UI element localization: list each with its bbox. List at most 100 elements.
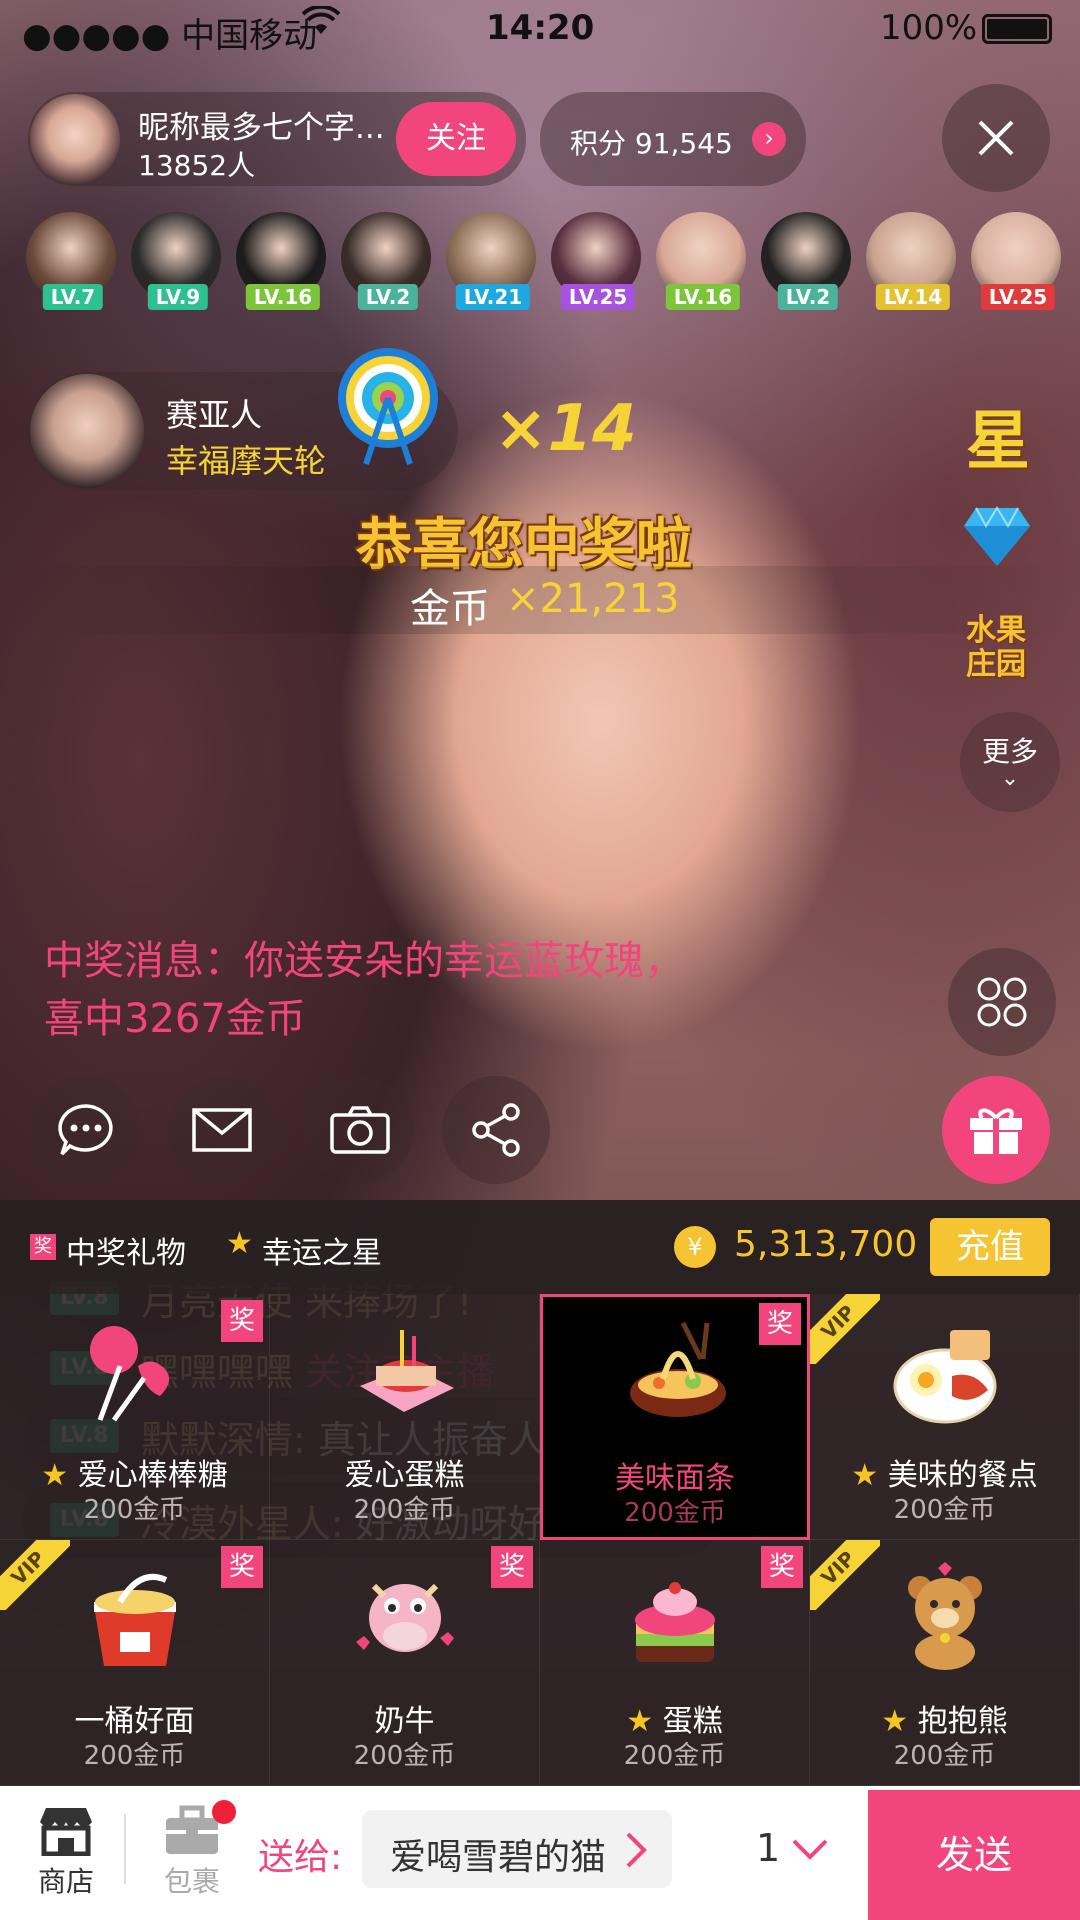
vip-label: VIP (810, 1540, 880, 1610)
tab-prize-gifts[interactable]: 中奖礼物 (66, 1228, 186, 1272)
recharge-button[interactable]: 充值 (930, 1218, 1050, 1276)
gift-sender-name: 赛亚人 (166, 396, 263, 434)
diamond-icon[interactable] (962, 506, 1032, 568)
wifi-icon (301, 4, 341, 44)
star-icon: ★ (626, 1704, 654, 1739)
gift-image (350, 1562, 460, 1672)
coin-icon: ¥ (674, 1226, 716, 1268)
viewer-avatar[interactable]: LV.16 (236, 212, 330, 310)
close-icon (978, 120, 1014, 156)
notification-dot (212, 1800, 236, 1824)
viewer-level-badge: LV.25 (980, 284, 1056, 310)
gift-price: 200金币 (893, 1741, 996, 1771)
vip-ribbon: VIP (810, 1540, 880, 1610)
bag-button[interactable]: 包裹 (152, 1800, 236, 1900)
close-button[interactable] (942, 84, 1050, 192)
follow-button[interactable]: 关注 (396, 102, 516, 176)
shop-icon (40, 1808, 92, 1857)
gift-item[interactable]: 奖美味面条 200金币 (540, 1294, 810, 1540)
viewer-avatar[interactable]: LV.16 (656, 212, 750, 310)
gift-price: 200金币 (353, 1741, 456, 1771)
prize-badge-icon: 奖 (30, 1234, 56, 1260)
fruit-farm-label-2: 庄园 (966, 647, 1026, 682)
chevron-right-icon (626, 1832, 647, 1868)
gift-item[interactable]: VIP ★ 抱抱熊 200金币 (810, 1540, 1080, 1786)
vip-label: VIP (0, 1540, 70, 1610)
gift-name-row: 奶牛 (270, 1696, 539, 1740)
chat-button[interactable] (32, 1076, 140, 1184)
bag-label: 包裹 (163, 1865, 220, 1898)
vip-label: VIP (810, 1294, 880, 1364)
points-card[interactable]: 积分 91,545 › (540, 92, 806, 186)
recipient-name: 爱喝雪碧的猫 (390, 1837, 607, 1878)
gift-item[interactable]: 奖 VIP 一桶好面 200金币 (0, 1540, 270, 1786)
viewer-level-badge: LV.7 (42, 284, 104, 310)
gift-item[interactable]: 爱心蛋糕 200金币 (270, 1294, 540, 1540)
gift-name: 抱抱熊 (917, 1704, 1008, 1739)
gift-item[interactable]: 奖 ★ 蛋糕 200金币 (540, 1540, 810, 1786)
viewer-level-badge: LV.2 (777, 284, 839, 310)
share-button[interactable] (442, 1076, 550, 1184)
gift-item[interactable]: 奖奶牛 200金币 (270, 1540, 540, 1786)
recipient-selector[interactable]: 爱喝雪碧的猫 (362, 1810, 672, 1888)
clock: 14:20 (486, 8, 595, 48)
send-to-label: 送给: (258, 1837, 343, 1878)
viewer-avatar[interactable]: LV.25 (971, 212, 1065, 310)
bottom-bar: 商店 包裹 送给: 爱喝雪碧的猫 1 发送 (0, 1786, 1080, 1920)
star-icon: ★ (851, 1458, 879, 1493)
gift-name-row: ★ 蛋糕 (540, 1696, 809, 1740)
battery-icon (982, 14, 1052, 44)
more-button[interactable]: 更多 ⌄ (960, 712, 1060, 812)
sender-avatar[interactable] (30, 374, 144, 488)
points-label: 积分 91,545 (570, 127, 733, 160)
viewer-avatar[interactable]: LV.7 (26, 212, 120, 310)
gift-box-icon (970, 1108, 1022, 1154)
gift-button[interactable] (942, 1076, 1050, 1184)
gift-image (80, 1316, 190, 1426)
fruit-farm-button[interactable]: 水果 庄园 (956, 614, 1036, 682)
star-icon: ★ (41, 1458, 69, 1493)
star-activity-icon[interactable]: 星 (966, 390, 1030, 482)
quantity-value[interactable]: 1 (756, 1826, 780, 1870)
vip-ribbon: VIP (810, 1294, 880, 1364)
gift-image (890, 1316, 1000, 1426)
viewer-avatar[interactable]: LV.25 (551, 212, 645, 310)
prize-badge: 奖 (761, 1546, 803, 1588)
prize-banner: 金币 ×21,213 (0, 566, 1080, 634)
gift-price: 200金币 (83, 1495, 186, 1525)
prize-coin-label: 金币 (410, 586, 490, 632)
message-button[interactable] (168, 1076, 276, 1184)
prize-badge: 奖 (759, 1303, 801, 1345)
send-button[interactable]: 发送 (868, 1790, 1080, 1920)
gift-item[interactable]: 奖 ★ 爱心棒棒糖 200金币 (0, 1294, 270, 1540)
viewer-avatar[interactable]: LV.2 (761, 212, 855, 310)
viewer-avatar[interactable]: LV.21 (446, 212, 540, 310)
tab-lucky-star[interactable]: 幸运之星 (262, 1228, 382, 1272)
gift-price: 200金币 (83, 1741, 186, 1771)
gift-grid: 奖 ★ 爱心棒棒糖 200金币 爱心蛋糕 200金币奖美味面条 200金币 VIP ★ 美味的… (0, 1294, 1080, 1786)
viewer-level-badge: LV.14 (875, 284, 951, 310)
gift-name-row: 爱心蛋糕 (270, 1450, 539, 1494)
clover-button[interactable] (948, 948, 1056, 1056)
viewer-level-badge: LV.16 (665, 284, 741, 310)
host-info-card[interactable]: 昵称最多七个字... 13852人 关注 (28, 92, 526, 186)
gift-item[interactable]: VIP ★ 美味的餐点 200金币 (810, 1294, 1080, 1540)
viewer-avatar[interactable]: LV.14 (866, 212, 960, 310)
gift-name-row: ★ 爱心棒棒糖 (0, 1450, 269, 1494)
gift-name-row: 一桶好面 (0, 1696, 269, 1740)
viewer-avatar[interactable]: LV.9 (131, 212, 225, 310)
gift-image (623, 1319, 733, 1429)
chevron-down-icon[interactable] (792, 1838, 828, 1860)
gift-price: 200金币 (624, 1498, 726, 1528)
gift-name: 幸福摩天轮 (166, 442, 327, 480)
gift-price: 200金币 (353, 1495, 456, 1525)
shop-button[interactable]: 商店 (28, 1804, 104, 1900)
shop-label: 商店 (37, 1865, 94, 1898)
viewer-avatar[interactable]: LV.2 (341, 212, 435, 310)
prize-coin-amount: ×21,213 (506, 576, 680, 622)
prize-badge: 奖 (491, 1546, 533, 1588)
camera-button[interactable] (306, 1076, 414, 1184)
gift-name: 爱心棒棒糖 (77, 1458, 228, 1493)
gift-name: 奶牛 (374, 1704, 435, 1739)
host-avatar[interactable] (30, 94, 120, 184)
